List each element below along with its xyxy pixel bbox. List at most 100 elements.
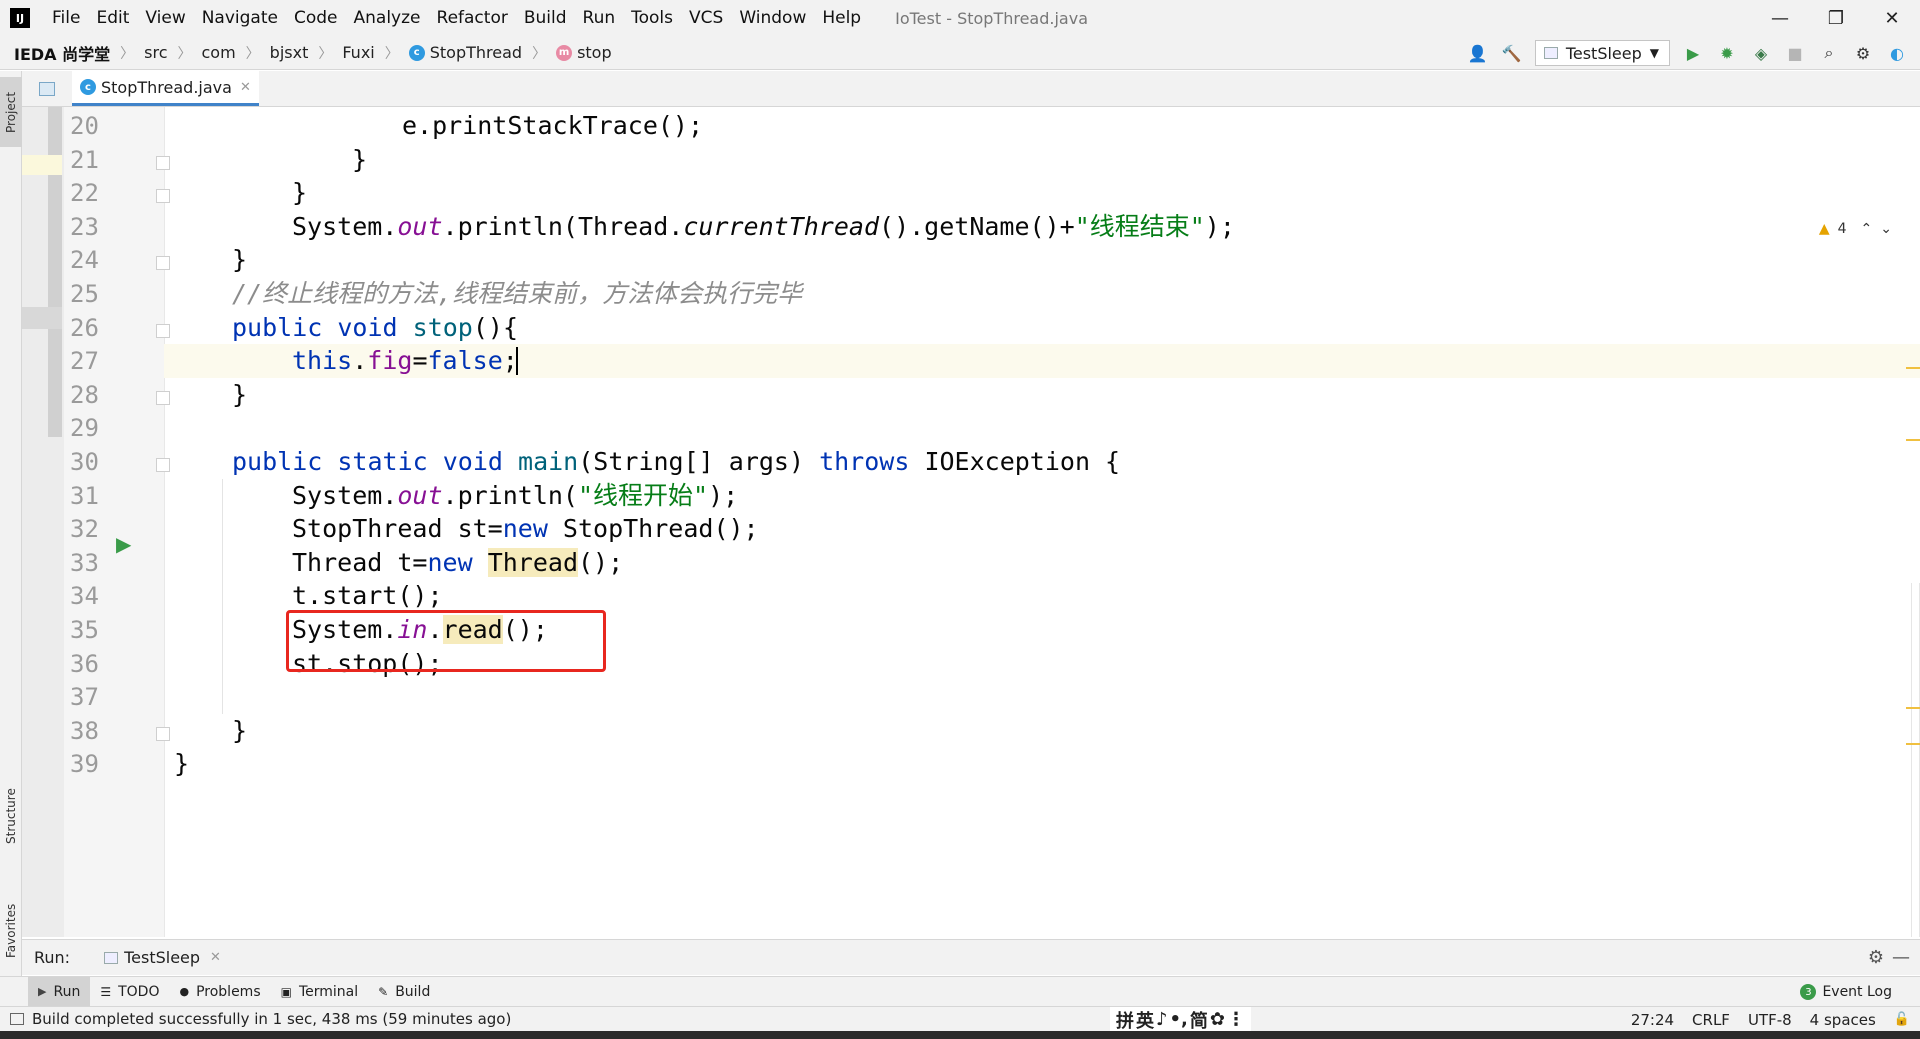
method-icon: m bbox=[556, 44, 573, 61]
breadcrumb-project[interactable]: IEDA 尚学堂 bbox=[14, 41, 110, 65]
project-tool-tab[interactable]: Project bbox=[0, 77, 22, 147]
code-keyword: public bbox=[232, 447, 323, 476]
debug-icon[interactable]: ✹ bbox=[1716, 42, 1738, 64]
chevron-up-icon[interactable]: ⌃ bbox=[1861, 221, 1873, 237]
tool-tab-terminal[interactable]: ▣ Terminal bbox=[271, 977, 369, 1007]
structure-tool-tab[interactable]: Structure bbox=[0, 771, 22, 861]
tool-tab-run[interactable]: ▶ Run bbox=[28, 976, 91, 1007]
menu-run[interactable]: Run bbox=[575, 8, 624, 28]
run-tab-label: TestSleep bbox=[124, 948, 201, 967]
line-number: 21 bbox=[70, 145, 99, 174]
breadcrumb-method[interactable]: m stop bbox=[556, 43, 612, 62]
ime-moon-icon[interactable]: ♪ bbox=[1156, 1009, 1168, 1030]
minimize-button[interactable]: — bbox=[1752, 0, 1808, 36]
selection-marker bbox=[22, 307, 62, 329]
menu-code[interactable]: Code bbox=[286, 8, 346, 28]
indent-setting[interactable]: 4 spaces bbox=[1810, 1011, 1876, 1029]
ime-english-icon[interactable]: 英 bbox=[1136, 1007, 1154, 1033]
inspection-widget[interactable]: ▲ 4 ⌃ ⌄ bbox=[1819, 221, 1892, 237]
close-window-button[interactable]: ✕ bbox=[1864, 0, 1920, 36]
maximize-button[interactable]: ❐ bbox=[1808, 0, 1864, 36]
breadcrumb-fuxi[interactable]: Fuxi bbox=[342, 43, 374, 62]
class-icon: c bbox=[80, 79, 96, 95]
code-line-38: } bbox=[164, 714, 1920, 748]
plugin-icon[interactable]: ◐ bbox=[1886, 42, 1908, 64]
file-encoding[interactable]: UTF-8 bbox=[1748, 1011, 1792, 1029]
menu-tools[interactable]: Tools bbox=[623, 8, 681, 28]
code-text: = bbox=[412, 346, 428, 376]
code-editor[interactable]: e.printStackTrace(); } } System.out.prin… bbox=[64, 107, 1920, 937]
error-stripe-mark[interactable] bbox=[1906, 707, 1920, 709]
line-separator[interactable]: CRLF bbox=[1692, 1011, 1730, 1029]
menu-window[interactable]: Window bbox=[731, 8, 814, 28]
run-config-icon bbox=[104, 951, 119, 964]
menu-vcs[interactable]: VCS bbox=[681, 8, 731, 28]
caret-position[interactable]: 27:24 bbox=[1631, 1011, 1674, 1029]
run-icon[interactable]: ▶ bbox=[1682, 42, 1704, 64]
code-area[interactable]: e.printStackTrace(); } } System.out.prin… bbox=[164, 107, 1920, 937]
menu-refactor[interactable]: Refactor bbox=[429, 8, 516, 28]
code-text: } bbox=[232, 715, 248, 745]
status-window-icon[interactable] bbox=[10, 1013, 24, 1025]
error-stripe-mark[interactable] bbox=[1906, 367, 1920, 369]
ime-toolbar[interactable]: 拼 英 ♪ •, 简 ✿ ⋮ bbox=[1110, 1007, 1251, 1032]
user-icon[interactable]: 👤 bbox=[1467, 42, 1489, 64]
run-configuration-select[interactable]: TestSleep ▼ bbox=[1534, 40, 1670, 66]
run-tab-testsleep[interactable]: TestSleep ✕ bbox=[98, 948, 227, 967]
fold-marker-icon[interactable] bbox=[156, 323, 170, 338]
ime-more-icon[interactable]: ⋮ bbox=[1227, 1009, 1245, 1030]
minimize-icon[interactable]: — bbox=[1892, 947, 1910, 968]
event-log-button[interactable]: 3 Event Log bbox=[1800, 977, 1892, 1007]
editor-tab-stopthread[interactable]: c StopThread.java ✕ bbox=[72, 71, 259, 106]
gear-icon[interactable]: ⚙ bbox=[1852, 42, 1874, 64]
breadcrumb-com[interactable]: com bbox=[201, 43, 235, 62]
ime-settings-icon[interactable]: ✿ bbox=[1210, 1009, 1225, 1030]
breadcrumb-bjsxt[interactable]: bjsxt bbox=[270, 43, 309, 62]
gear-icon[interactable]: ⚙ bbox=[1868, 947, 1884, 968]
chevron-down-icon[interactable]: ⌄ bbox=[1880, 221, 1892, 237]
coverage-icon[interactable]: ◈ bbox=[1750, 42, 1772, 64]
breadcrumb-src[interactable]: src bbox=[144, 43, 167, 62]
terminal-icon: ▣ bbox=[280, 984, 292, 999]
hammer-icon: ✎ bbox=[378, 984, 389, 999]
error-stripe-mark[interactable] bbox=[1906, 439, 1920, 441]
close-icon[interactable]: ✕ bbox=[210, 950, 221, 965]
ime-punctuation-icon[interactable]: •, bbox=[1170, 1009, 1188, 1030]
menu-view[interactable]: View bbox=[137, 8, 193, 28]
search-icon[interactable]: ⌕ bbox=[1818, 42, 1840, 64]
status-message[interactable]: Build completed successfully in 1 sec, 4… bbox=[32, 1010, 511, 1028]
menu-navigate[interactable]: Navigate bbox=[194, 8, 286, 28]
fold-marker-icon[interactable] bbox=[156, 458, 170, 472]
editor-tab-bar: c StopThread.java ✕ bbox=[22, 71, 1920, 107]
ime-pinyin-icon[interactable]: 拼 bbox=[1116, 1007, 1134, 1033]
fold-marker-icon[interactable] bbox=[156, 390, 170, 405]
tool-tab-todo[interactable]: ☰ TODO bbox=[90, 977, 169, 1007]
close-icon[interactable]: ✕ bbox=[240, 80, 251, 95]
project-view-icon[interactable] bbox=[22, 71, 72, 106]
menu-build[interactable]: Build bbox=[516, 8, 575, 28]
tool-tab-build[interactable]: ✎ Build bbox=[368, 977, 440, 1007]
ime-simplified-icon[interactable]: 简 bbox=[1190, 1007, 1208, 1033]
menu-file[interactable]: File bbox=[44, 8, 88, 28]
menu-analyze[interactable]: Analyze bbox=[346, 8, 429, 28]
stop-icon[interactable]: ■ bbox=[1784, 42, 1806, 64]
menu-edit[interactable]: Edit bbox=[88, 8, 137, 28]
fold-marker-icon[interactable] bbox=[156, 189, 170, 204]
editor-scrollbar[interactable] bbox=[1911, 583, 1920, 937]
fold-marker-icon[interactable] bbox=[156, 155, 170, 170]
run-gutter-icon[interactable]: ▶ bbox=[116, 532, 131, 556]
favorites-tool-tab[interactable]: Favorites bbox=[0, 881, 22, 981]
lock-icon[interactable]: 🔓 bbox=[1894, 1012, 1910, 1027]
code-line-33: Thread t=new Thread(); bbox=[164, 546, 1920, 580]
error-stripe-mark[interactable] bbox=[1906, 743, 1920, 745]
fold-marker-icon[interactable] bbox=[156, 256, 170, 271]
tool-tab-problems[interactable]: ● Problems bbox=[169, 977, 270, 1007]
run-tool-window-header: Run: TestSleep ✕ ⚙ — bbox=[22, 939, 1920, 975]
fold-marker-icon[interactable] bbox=[156, 726, 170, 741]
menu-help[interactable]: Help bbox=[814, 8, 869, 28]
hammer-icon[interactable]: 🔨 bbox=[1501, 42, 1523, 64]
chevron-right-icon: 〉 bbox=[318, 45, 333, 62]
tool-tab-label: Run bbox=[53, 983, 81, 1000]
breadcrumb-class[interactable]: c StopThread bbox=[408, 43, 522, 62]
